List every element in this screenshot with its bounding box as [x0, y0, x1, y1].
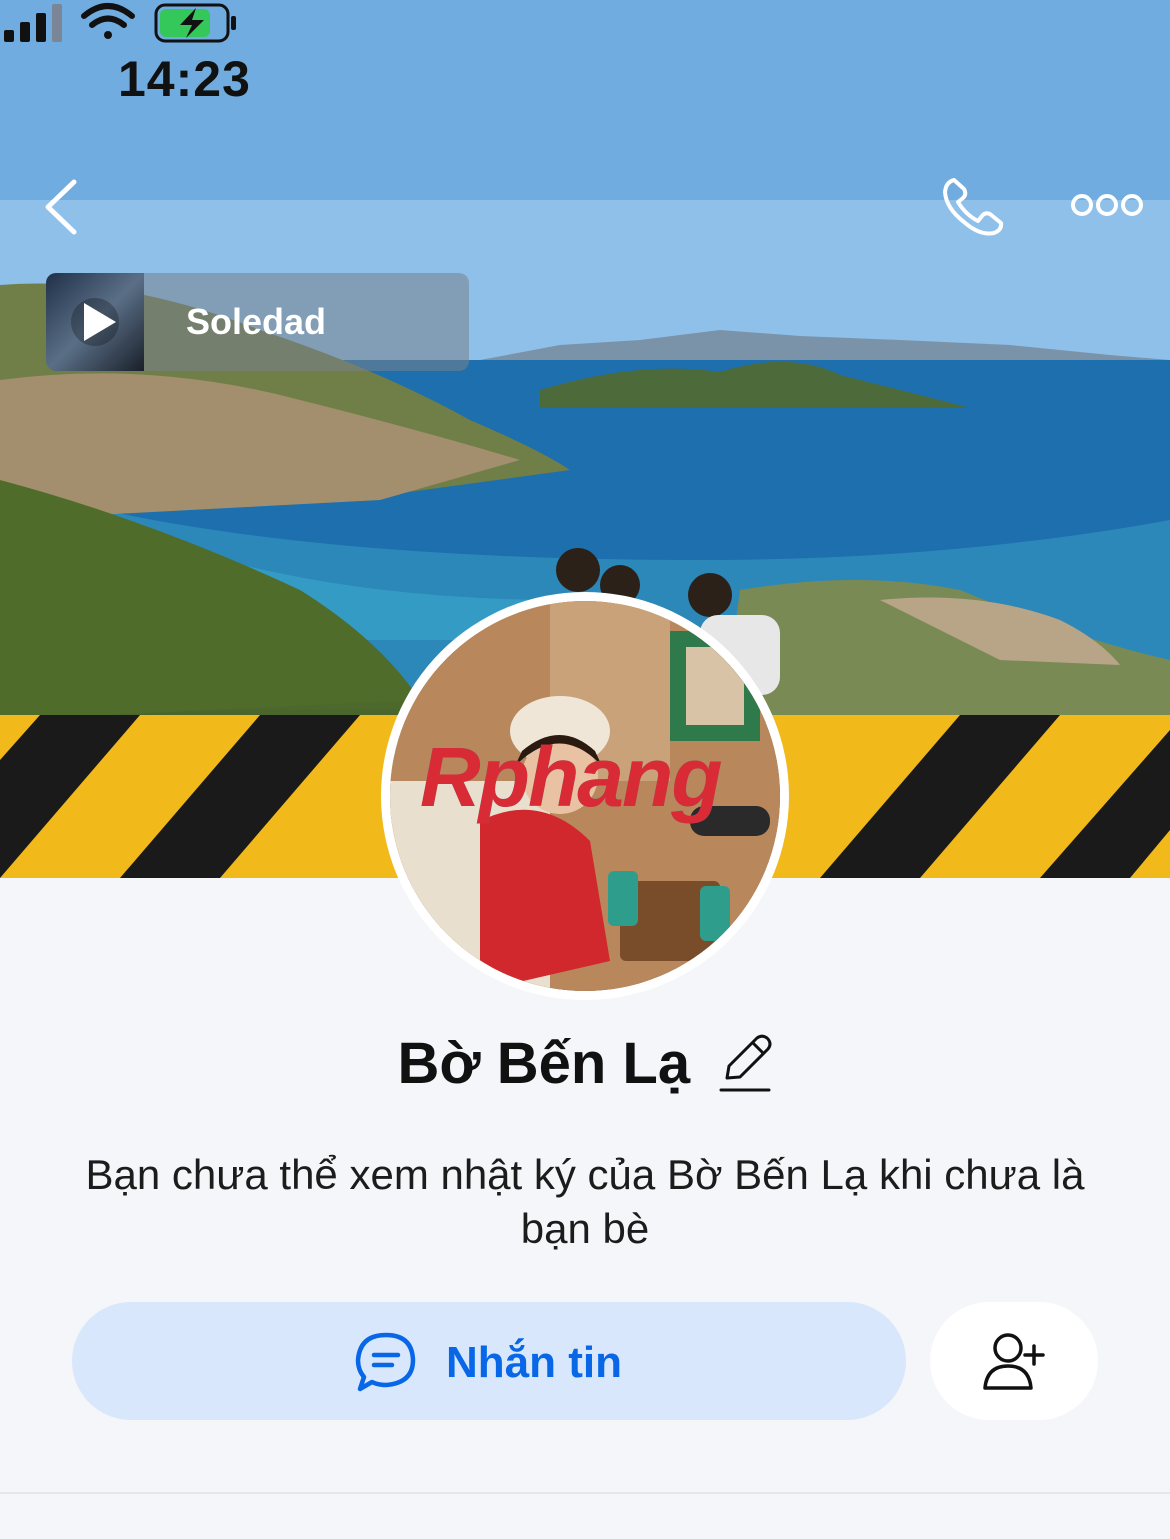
section-divider	[0, 1492, 1170, 1494]
edit-icon[interactable]	[717, 1034, 773, 1094]
add-friend-button[interactable]	[930, 1302, 1098, 1420]
status-bar: 14:23	[0, 0, 1170, 150]
profile-name-row: Bờ Bến Lạ	[0, 1030, 1170, 1097]
add-friend-icon	[983, 1333, 1045, 1390]
profile-name: Bờ Bến Lạ	[397, 1031, 691, 1096]
play-icon[interactable]	[46, 273, 144, 371]
message-button-label: Nhắn tin	[446, 1338, 622, 1387]
status-icons	[4, 3, 236, 43]
chat-bubble-icon	[355, 1332, 416, 1392]
avatar[interactable]: Rphang	[381, 592, 789, 1000]
avatar-photo: Rphang	[390, 601, 780, 991]
battery-icon	[154, 3, 236, 43]
message-button[interactable]: Nhắn tin	[72, 1302, 906, 1420]
signal-icon	[4, 4, 62, 42]
phone-icon[interactable]	[940, 176, 1006, 238]
status-time: 14:23	[118, 51, 251, 107]
music-title: Soledad	[186, 301, 327, 342]
watermark-text: Rphang	[420, 730, 723, 824]
music-cover-thumbnail	[46, 273, 144, 371]
more-horizontal-icon[interactable]	[1070, 190, 1144, 220]
wifi-icon	[81, 3, 135, 39]
music-chip[interactable]: Soledad	[46, 273, 469, 371]
chevron-left-icon[interactable]	[40, 178, 84, 236]
private-diary-notice: Bạn chưa thể xem nhật ký của Bờ Bến Lạ k…	[85, 1151, 1085, 1252]
